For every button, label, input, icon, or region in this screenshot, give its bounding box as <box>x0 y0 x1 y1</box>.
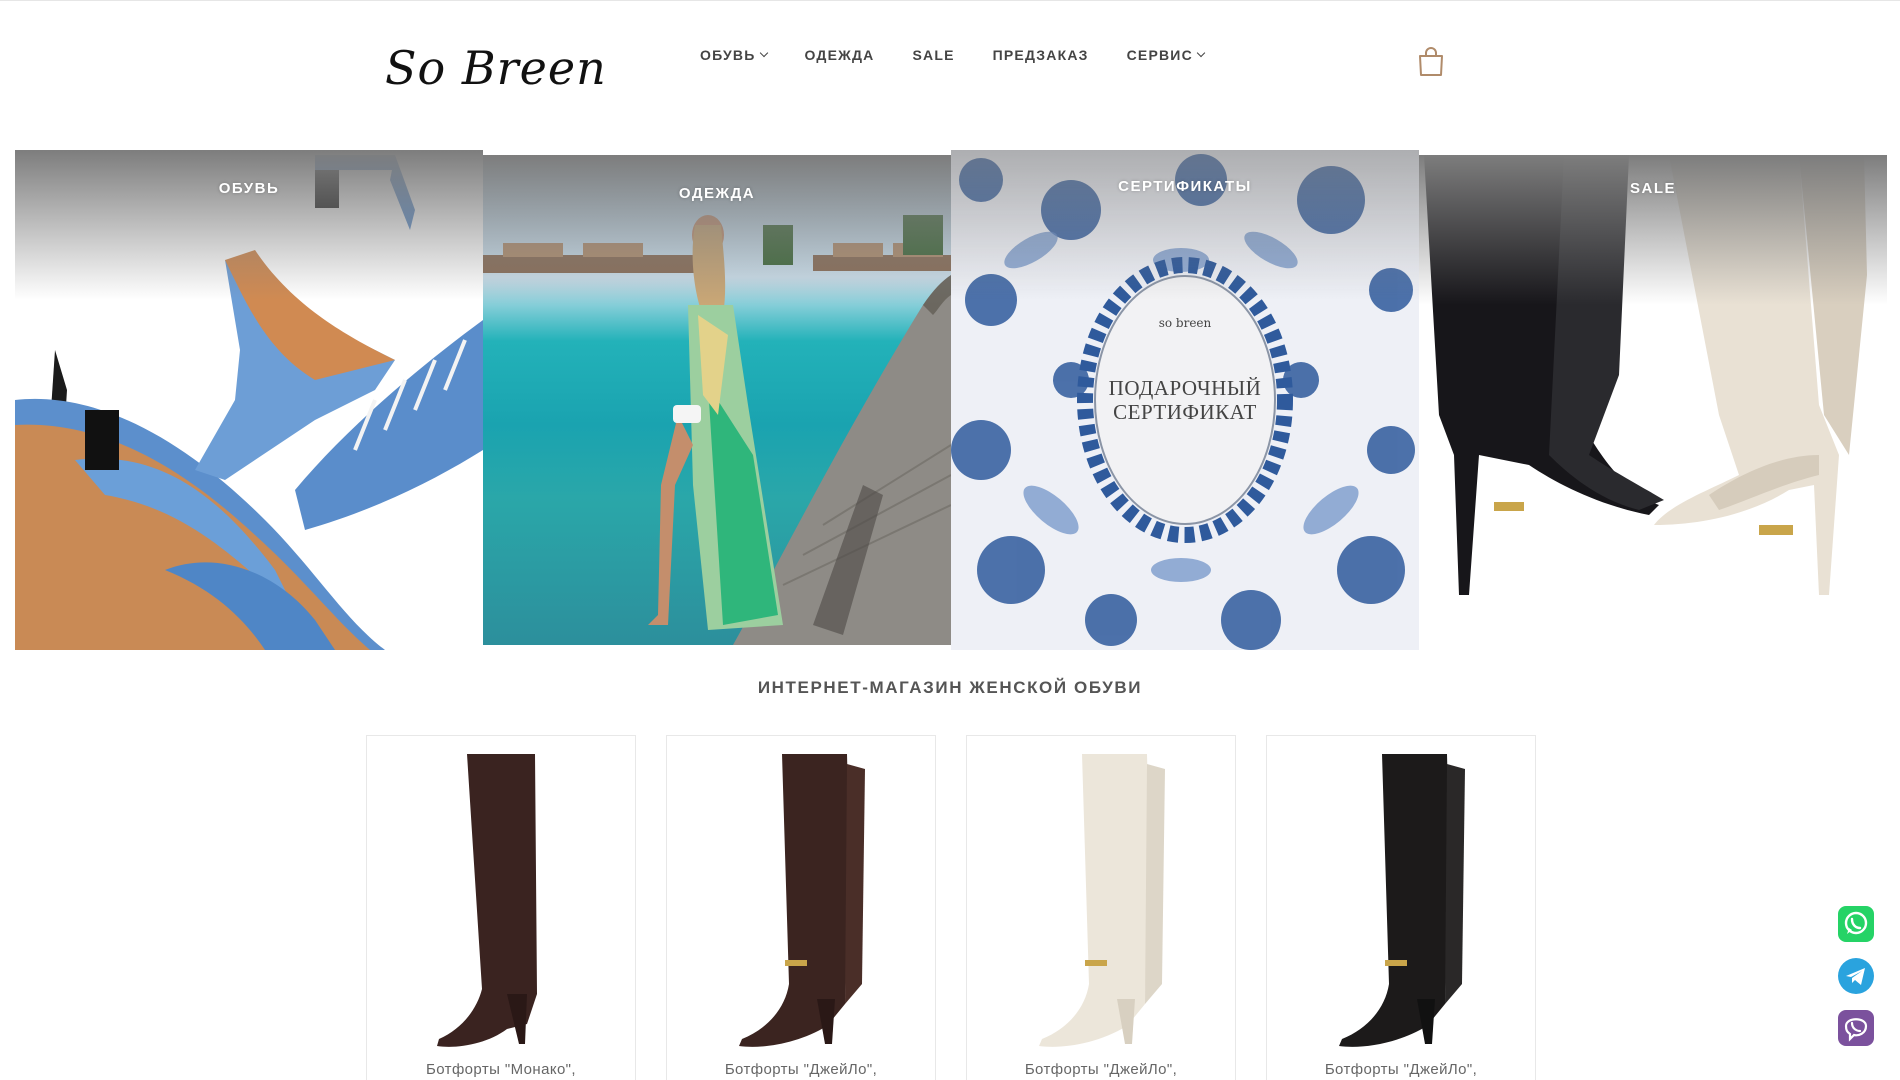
category-title: СЕРТИФИКАТЫ <box>1118 178 1252 195</box>
banner-gradient <box>15 150 483 300</box>
banner-gradient <box>1419 155 1887 305</box>
site-header: So Breen ОБУВЬ ОДЕЖДА SALE ПРЕДЗАКАЗ СЕР… <box>0 1 1900 141</box>
product-name: Ботфорты "ДжейЛо", <box>1324 1061 1478 1078</box>
telegram-button[interactable] <box>1838 958 1874 994</box>
category-title: ОДЕЖДА <box>678 185 756 202</box>
category-banners: ОБУВЬ ОДЕЖДА СЕРТИФИКАТЫ so breen ПОДАРО… <box>15 150 1887 650</box>
product-image <box>1039 754 1165 1047</box>
certificate-brand: so breen <box>1158 316 1212 330</box>
nav-item-label: СЕРВИС <box>1126 47 1193 63</box>
viber-icon <box>1838 1010 1874 1046</box>
category-clothing[interactable]: ОДЕЖДА <box>483 155 951 645</box>
product-image <box>437 754 537 1047</box>
banner-gradient <box>951 150 1419 300</box>
banner-gradient <box>483 155 951 305</box>
nav-item-clothing[interactable]: ОДЕЖДА <box>805 45 875 65</box>
nav-item-label: SALE <box>912 47 955 63</box>
whatsapp-button[interactable] <box>1838 906 1874 942</box>
viber-button[interactable] <box>1838 1010 1874 1046</box>
product-card[interactable]: Ботфорты "Монако", <box>366 735 636 1080</box>
product-name: Ботфорты "ДжейЛо", <box>724 1061 878 1078</box>
nav-item-label: ОБУВЬ <box>700 47 756 63</box>
nav-item-label: ПРЕДЗАКАЗ <box>992 47 1089 63</box>
product-name: Ботфорты "Монако", <box>426 1061 576 1078</box>
page-headline: ИНТЕРНЕТ-МАГАЗИН ЖЕНСКОЙ ОБУВИ <box>757 678 1143 697</box>
certificate-line-1: ПОДАРОЧНЫЙ <box>1108 376 1262 400</box>
logo[interactable]: So Breen <box>385 37 607 99</box>
product-card[interactable]: Ботфорты "ДжейЛо", <box>666 735 936 1080</box>
chevron-down-icon <box>759 48 768 58</box>
main-nav: ОБУВЬ ОДЕЖДА SALE ПРЕДЗАКАЗ СЕРВИС <box>700 45 1206 65</box>
product-image <box>739 754 865 1047</box>
product-image <box>1339 754 1465 1047</box>
category-title: ОБУВЬ <box>218 180 280 197</box>
nav-item-shoes[interactable]: ОБУВЬ <box>700 45 768 65</box>
product-name: Ботфорты "ДжейЛо", <box>1024 1061 1178 1078</box>
whatsapp-icon <box>1838 906 1874 942</box>
product-card[interactable]: Ботфорты "ДжейЛо", <box>966 735 1236 1080</box>
shopping-bag-icon <box>1419 47 1443 76</box>
certificate-line-2: СЕРТИФИКАТ <box>1113 400 1257 424</box>
product-card[interactable]: Ботфорты "ДжейЛо", <box>1266 735 1536 1080</box>
nav-item-label: ОДЕЖДА <box>804 47 875 63</box>
nav-item-sale[interactable]: SALE <box>912 45 954 65</box>
category-shoes[interactable]: ОБУВЬ <box>15 150 483 650</box>
category-title: SALE <box>1629 180 1676 197</box>
cart-button[interactable] <box>1418 47 1444 77</box>
telegram-icon <box>1838 958 1874 994</box>
nav-item-service[interactable]: СЕРВИС <box>1126 45 1206 65</box>
logo-text: So Breen <box>385 41 607 95</box>
nav-item-preorder[interactable]: ПРЕДЗАКАЗ <box>993 45 1089 65</box>
chevron-down-icon <box>1196 48 1206 58</box>
category-certificates[interactable]: СЕРТИФИКАТЫ so breen ПОДАРОЧНЫЙ СЕРТИФИК… <box>951 150 1419 650</box>
product-grid: Ботфорты "Монако", Ботфорты "ДжейЛо", Бо… <box>366 735 1536 1080</box>
category-sale[interactable]: SALE <box>1419 155 1887 645</box>
